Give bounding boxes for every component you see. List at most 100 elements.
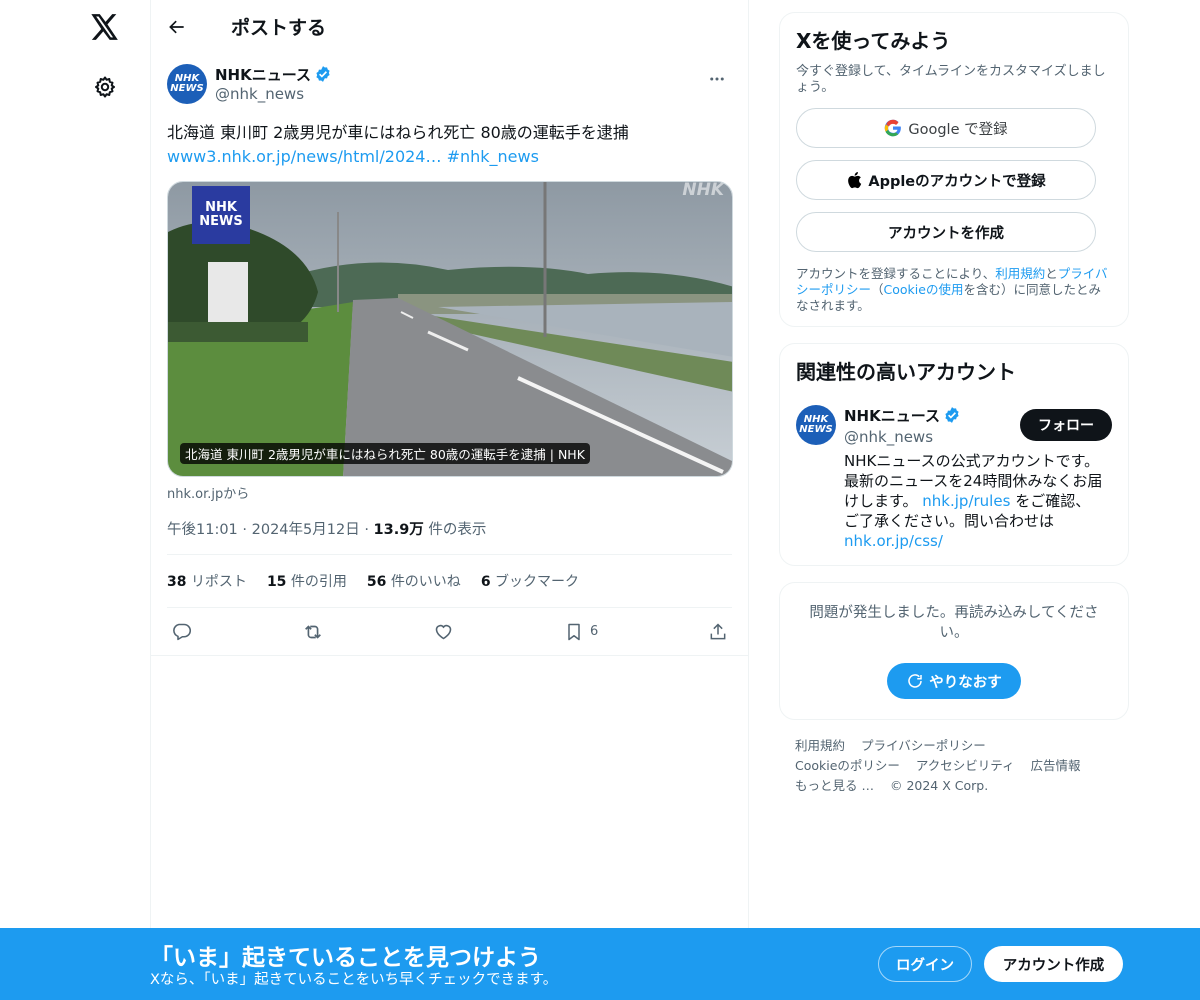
avatar-text: NEWS bbox=[799, 424, 833, 435]
bookmark-icon bbox=[568, 623, 580, 640]
related-title: 関連性の高いアカウント bbox=[796, 360, 1016, 384]
nhk-watermark: NHK bbox=[682, 181, 724, 200]
bookmark-action[interactable]: 6 bbox=[564, 622, 598, 642]
media-caption: 北海道 東川町 2歳男児が車にはねられ死亡 80歳の運転手を逮捕 | NHK bbox=[180, 443, 590, 464]
bookmark-action-count: 6 bbox=[590, 624, 599, 639]
bookmarks-label: ブックマーク bbox=[495, 574, 580, 590]
tweet-body: 北海道 東川町 2歳男児が車にはねられ死亡 80歳の運転手を逮捕 bbox=[167, 123, 629, 142]
related-name-text: NHKニュース bbox=[844, 406, 940, 425]
footer-links: 利用規約 プライバシーポリシー Cookieのポリシー アクセシビリティ 広告情… bbox=[779, 736, 1129, 796]
link-card-media[interactable]: NHK NEWS NHK 北海道 東川町 2歳男児が車にはねられ死亡 80歳の運… bbox=[167, 181, 733, 477]
media-logo-text: NEWS bbox=[199, 214, 243, 229]
footer-link-more[interactable]: もっと見る … bbox=[795, 778, 874, 793]
quotes-count: 15 bbox=[266, 574, 287, 590]
apple-signup-label: Appleのアカウントで登録 bbox=[868, 173, 1046, 190]
views-label: 件の表示 bbox=[428, 522, 487, 538]
follow-button[interactable]: フォロー bbox=[1020, 409, 1112, 441]
likes-label: 件のいいね bbox=[390, 574, 461, 590]
bookmarks-count: 6 bbox=[480, 574, 491, 590]
settings-gear-icon[interactable] bbox=[88, 70, 122, 104]
related-bio: NHKニュースの公式アカウントです。最新のニュースを24時間休みなくお届けします… bbox=[844, 451, 1104, 551]
login-button[interactable]: ログイン bbox=[878, 946, 972, 982]
legal-text: （ bbox=[871, 282, 884, 297]
reposts-label: リポスト bbox=[190, 574, 247, 590]
nhk-news-logo: NHK NEWS bbox=[192, 186, 250, 244]
quotes-stat[interactable]: 15 件の引用 bbox=[267, 571, 347, 591]
author-name[interactable]: NHKニュース bbox=[215, 64, 332, 84]
repost-icon[interactable] bbox=[302, 621, 324, 643]
views-count: 13.9万 bbox=[373, 522, 424, 538]
meta-separator: · bbox=[364, 522, 374, 538]
legal-text: アカウントを登録することにより、 bbox=[796, 266, 996, 281]
hashtag-link[interactable]: #nhk_news bbox=[447, 147, 539, 166]
bio-link-rules[interactable]: nhk.jp/rules bbox=[922, 492, 1010, 510]
signup-title: Xを使ってみよう bbox=[796, 29, 951, 53]
tweet-text: 北海道 東川町 2歳男児が車にはねられ死亡 80歳の運転手を逮捕 www3.nh… bbox=[167, 121, 732, 169]
signup-legal: アカウントを登録することにより、利用規約とプライバシーポリシー（Cookieの使… bbox=[796, 266, 1112, 314]
verified-badge-icon bbox=[945, 407, 959, 423]
link-source[interactable]: nhk.or.jpから bbox=[167, 483, 732, 502]
tweet-link[interactable]: www3.nhk.or.jp/news/html/2024… bbox=[167, 147, 441, 166]
footer-link-accessibility[interactable]: アクセシビリティ bbox=[916, 758, 1015, 773]
main-column: ポストする NHK NEWS NHKニュース @nhk_news 北海道 東川町… bbox=[150, 0, 749, 1000]
road-scene-image bbox=[168, 182, 732, 476]
meta-separator: · bbox=[242, 522, 252, 538]
retry-button[interactable]: やりなおす bbox=[887, 663, 1021, 699]
bio-link-css[interactable]: nhk.or.jp/css/ bbox=[844, 532, 943, 550]
author-handle[interactable]: @nhk_news bbox=[215, 84, 332, 104]
legal-text: と bbox=[1045, 266, 1058, 281]
google-g-icon bbox=[885, 119, 902, 137]
media-logo-text: NHK bbox=[205, 200, 237, 215]
google-signup-button[interactable]: Google で登録 bbox=[796, 108, 1096, 148]
avatar[interactable]: NHK NEWS bbox=[167, 64, 207, 104]
right-sidebar: Xを使ってみよう 今すぐ登録して、タイムラインをカスタマイズしましょう。 Goo… bbox=[779, 12, 1129, 796]
author-name-text: NHKニュース bbox=[215, 65, 311, 84]
more-options-icon[interactable] bbox=[702, 64, 732, 94]
footer-link-cookie[interactable]: Cookieのポリシー bbox=[795, 758, 900, 773]
tweet-meta: 午後11:01 · 2024年5月12日 · 13.9万 件の表示 bbox=[167, 518, 732, 538]
footer-link-ads[interactable]: 広告情報 bbox=[1031, 758, 1081, 773]
signup-subtitle: 今すぐ登録して、タイムラインをカスタマイズしましょう。 bbox=[796, 64, 1106, 95]
refresh-icon bbox=[908, 674, 922, 688]
tweet-stats: 38 リポスト 15 件の引用 56 件のいいね 6 ブックマーク bbox=[167, 554, 732, 608]
verified-badge-icon bbox=[316, 66, 330, 82]
footer-link-terms[interactable]: 利用規約 bbox=[795, 738, 845, 753]
terms-link[interactable]: 利用規約 bbox=[995, 266, 1045, 281]
cookie-link[interactable]: Cookieの使用 bbox=[884, 282, 964, 297]
footer-link-privacy[interactable]: プライバシーポリシー bbox=[861, 738, 986, 753]
likes-stat[interactable]: 56 件のいいね bbox=[367, 571, 461, 591]
tweet-time[interactable]: 午後11:01 bbox=[167, 522, 238, 538]
google-signup-label: Google で登録 bbox=[908, 121, 1008, 138]
related-account[interactable]: NHK NEWS NHKニュース @nhk_news NHKニュースの公式アカウ… bbox=[796, 405, 1112, 551]
back-arrow-icon[interactable] bbox=[159, 9, 195, 45]
like-heart-icon[interactable] bbox=[433, 621, 454, 642]
signup-card: Xを使ってみよう 今すぐ登録して、タイムラインをカスタマイズしましょう。 Goo… bbox=[779, 12, 1129, 327]
apple-icon bbox=[848, 172, 862, 189]
banner-title: 「いま」起きていることを見つけよう bbox=[150, 945, 541, 971]
retry-label: やりなおす bbox=[929, 674, 1002, 691]
left-nav bbox=[0, 0, 150, 1000]
footer-copyright: © 2024 X Corp. bbox=[889, 778, 989, 793]
bottom-signup-banner: 「いま」起きていることを見つけよう Xなら、「いま」起きていることをいち早くチェ… bbox=[0, 928, 1200, 1000]
reposts-count: 38 bbox=[167, 574, 187, 590]
tweet-date[interactable]: 2024年5月12日 bbox=[252, 522, 360, 538]
tweet-author: NHK NEWS NHKニュース @nhk_news bbox=[167, 64, 732, 108]
share-icon[interactable] bbox=[708, 622, 728, 642]
page-header: ポストする bbox=[151, 0, 748, 53]
apple-signup-button[interactable]: Appleのアカウントで登録 bbox=[796, 160, 1096, 200]
related-accounts-card: 関連性の高いアカウント NHK NEWS NHKニュース @nhk_news N… bbox=[779, 343, 1129, 566]
create-account-button[interactable]: アカウントを作成 bbox=[796, 212, 1096, 252]
x-logo-icon[interactable] bbox=[86, 8, 124, 46]
avatar[interactable]: NHK NEWS bbox=[796, 405, 836, 445]
bookmarks-stat[interactable]: 6 ブックマーク bbox=[481, 571, 579, 591]
reposts-stat[interactable]: 38 リポスト bbox=[167, 571, 247, 591]
tweet: NHK NEWS NHKニュース @nhk_news 北海道 東川町 2歳男児が… bbox=[151, 64, 748, 656]
quotes-label: 件の引用 bbox=[290, 574, 347, 590]
error-card: 問題が発生しました。再読み込みしてください。 やりなおす bbox=[779, 582, 1129, 720]
signup-button[interactable]: アカウント作成 bbox=[984, 946, 1123, 982]
reply-icon[interactable] bbox=[171, 621, 192, 642]
banner-subtitle: Xなら、「いま」起きていることをいち早くチェックできます。 bbox=[150, 972, 558, 988]
likes-count: 56 bbox=[366, 574, 387, 590]
tweet-actions: 6 bbox=[151, 608, 748, 656]
avatar-text: NEWS bbox=[170, 83, 204, 94]
